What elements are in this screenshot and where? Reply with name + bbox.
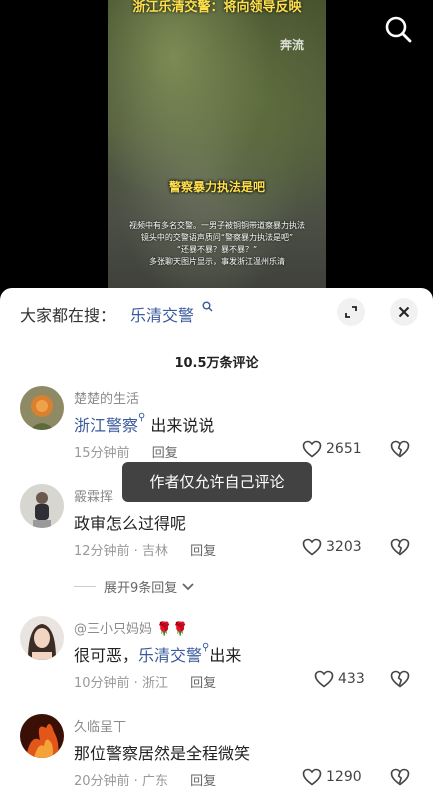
avatar[interactable] <box>20 484 64 528</box>
heart-icon <box>314 670 334 688</box>
comment-time: 20分钟前 <box>74 774 130 789</box>
video-subtext-line: 视频中有多名交警。一男子被铜铜带道察暴力执法 <box>129 221 305 230</box>
comment-username[interactable]: 霰霖挥 <box>74 486 113 505</box>
comment-location: 浙江 <box>141 676 168 691</box>
comment-time: 12分钟前 <box>74 544 130 559</box>
comment-sheet: 大家都在搜： 乐清交警 10.5万条评论 楚楚的生活 浙江警察⚲ 出来说说 15… <box>0 288 433 800</box>
comment-meta: 15分钟前 回复 <box>74 442 178 461</box>
dislike-button[interactable] <box>390 440 410 462</box>
video-subtext-line: “还暴不暴？暴不暴？” <box>176 245 258 254</box>
comment-location: 吉林 <box>141 544 168 559</box>
comment-username-text: @三小只妈妈 <box>74 622 153 637</box>
avatar[interactable] <box>20 386 64 430</box>
like-count: 2651 <box>326 441 362 457</box>
like-count: 3203 <box>326 539 362 555</box>
video-title: 浙江乐清交警：将向领导反映 <box>132 0 302 15</box>
video-player[interactable]: 浙江乐清交警：将向领导反映 奔流 警察暴力执法是吧 视频中有多名交警。一男子被铜… <box>0 0 433 290</box>
comment-text: 浙江警察⚲ 出来说说 <box>74 412 214 436</box>
comment-text: 那位警察居然是全程微笑 <box>74 744 251 763</box>
expand-replies-button[interactable]: 展开9条回复 <box>74 577 195 596</box>
search-icon[interactable] <box>383 14 413 44</box>
video-watermark: 奔流 <box>279 38 304 52</box>
like-count: 433 <box>338 671 365 687</box>
collapse-button[interactable] <box>337 298 365 326</box>
dislike-button[interactable] <box>390 670 410 692</box>
comment-time: 10分钟前 <box>74 676 130 691</box>
comment-meta: 12分钟前 · 吉林 回复 <box>74 544 217 559</box>
search-suggestion-bar: 大家都在搜： 乐清交警 <box>0 288 433 336</box>
broken-heart-icon <box>390 538 410 556</box>
reply-button[interactable]: 回复 <box>190 544 216 559</box>
video-caption: 警察暴力执法是吧 <box>168 180 265 194</box>
comment-username[interactable]: 楚楚的生活 <box>74 388 139 407</box>
comment-username[interactable]: @三小只妈妈 🌹🌹 <box>74 618 189 637</box>
like-button[interactable]: 3203 <box>302 538 362 556</box>
search-suggestion-prefix: 大家都在搜： <box>20 306 117 325</box>
chevron-down-icon <box>182 582 194 590</box>
video-subtext-line: 多张聊天图片显示，事发浙江温州乐清 <box>149 257 285 266</box>
dislike-button[interactable] <box>390 768 410 790</box>
comment-username[interactable]: 久临呈丅 <box>74 716 126 735</box>
broken-heart-icon <box>390 670 410 688</box>
comment-count: 10.5万条评论 <box>174 356 259 371</box>
reply-button[interactable]: 回复 <box>190 676 216 691</box>
video-subtext: 视频中有多名交警。一男子被铜铜带道察暴力执法 镜头中的交警语声质问“警察暴力执法… <box>116 220 318 268</box>
divider <box>74 586 96 587</box>
comment-text-before: 很可恶， <box>74 646 139 665</box>
search-suggestion-term[interactable]: 乐清交警 <box>130 302 194 326</box>
comment-text-rest: 出来 <box>209 646 242 665</box>
comment-search-link[interactable]: 乐清交警 <box>138 646 202 665</box>
dislike-button[interactable] <box>390 538 410 560</box>
heart-icon <box>302 440 322 458</box>
collapse-icon <box>345 306 357 318</box>
video-subtext-line: 镜头中的交警语声质问“警察暴力执法是吧” <box>140 233 294 242</box>
comment-meta: 10分钟前 · 浙江 回复 <box>74 676 217 691</box>
avatar[interactable] <box>20 616 64 660</box>
like-count: 1290 <box>326 769 362 785</box>
heart-icon <box>302 768 322 786</box>
expand-replies-label: 展开9条回复 <box>104 581 178 596</box>
search-small-icon <box>202 301 213 315</box>
like-button[interactable]: 433 <box>314 670 365 688</box>
broken-heart-icon <box>390 440 410 458</box>
toast-message: 作者仅允许自己评论 <box>122 462 312 502</box>
comment-time: 15分钟前 <box>74 446 130 461</box>
rose-icon: 🌹🌹 <box>156 622 189 637</box>
comment-text-rest: 出来说说 <box>145 416 215 435</box>
reply-button[interactable]: 回复 <box>152 446 178 461</box>
reply-button[interactable]: 回复 <box>190 774 216 789</box>
close-button[interactable] <box>390 298 418 326</box>
broken-heart-icon <box>390 768 410 786</box>
comment-meta: 20分钟前 · 广东 回复 <box>74 774 217 789</box>
heart-icon <box>302 538 322 556</box>
comment-text: 很可恶，乐清交警⚲出来 <box>74 642 241 666</box>
comment-search-link[interactable]: 浙江警察 <box>74 416 138 435</box>
comment-location: 广东 <box>141 774 168 789</box>
close-icon <box>398 306 410 318</box>
avatar[interactable] <box>20 714 64 758</box>
like-button[interactable]: 2651 <box>302 440 362 458</box>
like-button[interactable]: 1290 <box>302 768 362 786</box>
comment-text: 政审怎么过得呢 <box>74 514 187 533</box>
